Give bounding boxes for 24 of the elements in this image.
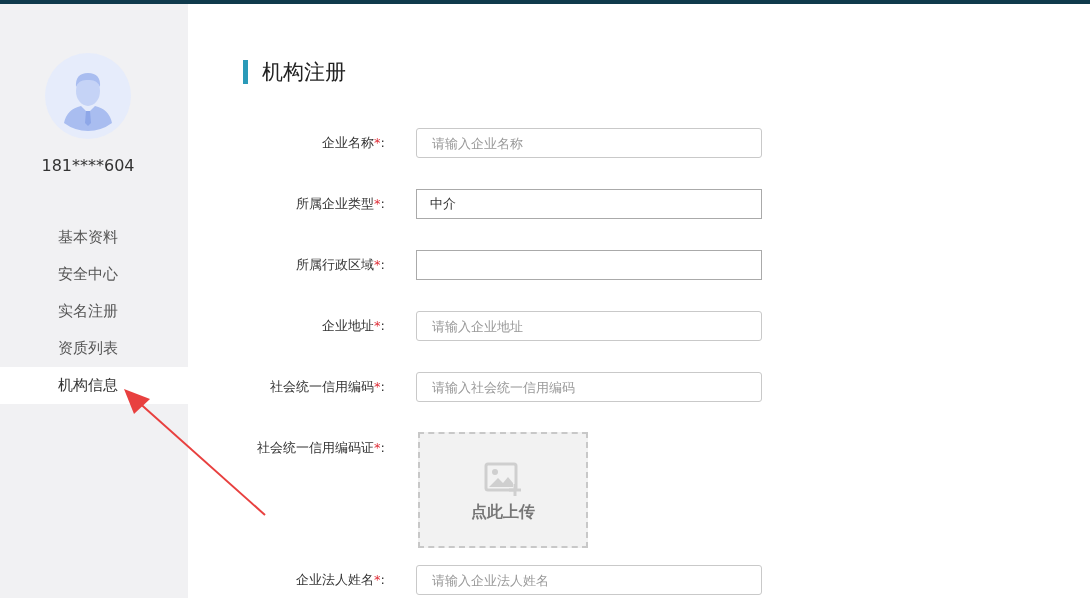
field-label: 企业地址*: <box>321 317 385 335</box>
avatar-icon <box>45 53 131 139</box>
field-label: 社会统一信用编码*: <box>269 378 385 396</box>
field-label: 企业法人姓名*: <box>295 571 385 589</box>
title-accent-bar <box>243 60 248 84</box>
sidebar-item[interactable]: 机构信息 <box>0 367 188 404</box>
sidebar-item[interactable]: 基本资料 <box>0 219 188 256</box>
input-field[interactable]: 请输入社会统一信用编码 <box>416 372 762 402</box>
field-label: 所属企业类型*: <box>295 195 385 213</box>
input-field[interactable]: 请输入企业法人姓名 <box>416 565 762 595</box>
sidebar-item[interactable]: 安全中心 <box>0 256 188 293</box>
input-field[interactable]: 请输入企业地址 <box>416 311 762 341</box>
image-add-icon <box>484 462 522 496</box>
user-phone: 181****604 <box>41 156 135 176</box>
input-field[interactable]: 请输入企业名称 <box>416 128 762 158</box>
field-label: 企业名称*: <box>321 134 385 152</box>
input-field[interactable] <box>416 250 762 280</box>
page-title: 机构注册 <box>262 60 346 84</box>
input-field[interactable]: 中介 <box>416 189 762 219</box>
field-label: 所属行政区域*: <box>295 256 385 274</box>
upload-button[interactable]: 点此上传 <box>418 432 588 548</box>
sidebar-item[interactable]: 实名注册 <box>0 293 188 330</box>
sidebar-item[interactable]: 资质列表 <box>0 330 188 367</box>
field-label: 社会统一信用编码证*: <box>256 439 385 457</box>
